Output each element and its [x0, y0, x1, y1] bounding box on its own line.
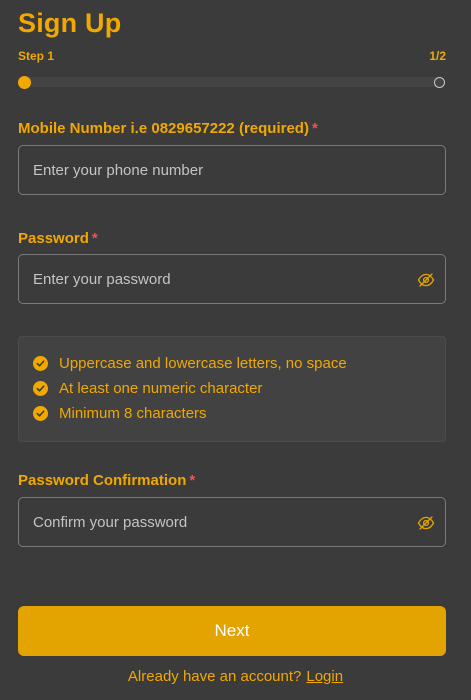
progress-track: [18, 77, 445, 87]
password-confirmation-label: Password Confirmation *: [18, 472, 195, 489]
mobile-label-text: Mobile Number i.e 0829657222 (required): [18, 120, 309, 137]
progress-final-step-dot: [434, 77, 445, 88]
password-rule-item: Minimum 8 characters: [33, 401, 431, 426]
mobile-input-box: [18, 145, 446, 195]
password-label: Password *: [18, 230, 98, 247]
login-prompt: Already have an account? Login: [0, 668, 471, 685]
required-mark: *: [189, 472, 196, 489]
password-confirmation-label-text: Password Confirmation: [18, 472, 187, 489]
password-rules-panel: Uppercase and lowercase letters, no spac…: [18, 336, 446, 442]
check-circle-icon: [33, 406, 48, 421]
password-confirmation-input-box: [18, 497, 446, 547]
login-link[interactable]: Login: [306, 668, 343, 685]
check-circle-icon: [33, 381, 48, 396]
login-prompt-text: Already have an account?: [127, 668, 302, 685]
page-title: Sign Up: [18, 8, 122, 38]
password-rule-item: At least one numeric character: [33, 376, 431, 401]
password-rule-item: Uppercase and lowercase letters, no spac…: [33, 351, 431, 376]
check-circle-icon: [33, 356, 48, 371]
step-count: 1/2: [429, 49, 446, 63]
eye-off-icon[interactable]: [417, 514, 435, 532]
password-label-text: Password: [18, 230, 89, 247]
password-rule-text: Uppercase and lowercase letters, no spac…: [59, 355, 347, 372]
password-rule-text: Minimum 8 characters: [59, 405, 207, 422]
password-input[interactable]: [19, 255, 445, 303]
mobile-input[interactable]: [19, 146, 445, 194]
password-rule-text: At least one numeric character: [59, 380, 263, 397]
progress-current-step-dot: [18, 76, 31, 89]
password-confirmation-input[interactable]: [19, 498, 445, 546]
step-label: Step 1: [18, 49, 55, 63]
password-input-box: [18, 254, 446, 304]
mobile-label: Mobile Number i.e 0829657222 (required) *: [18, 120, 318, 137]
signup-page: Sign Up Step 1 1/2 Mobile Number i.e 082…: [0, 0, 471, 700]
eye-off-icon[interactable]: [417, 271, 435, 289]
required-mark: *: [311, 120, 318, 137]
required-mark: *: [91, 230, 98, 247]
next-button[interactable]: Next: [18, 606, 446, 656]
